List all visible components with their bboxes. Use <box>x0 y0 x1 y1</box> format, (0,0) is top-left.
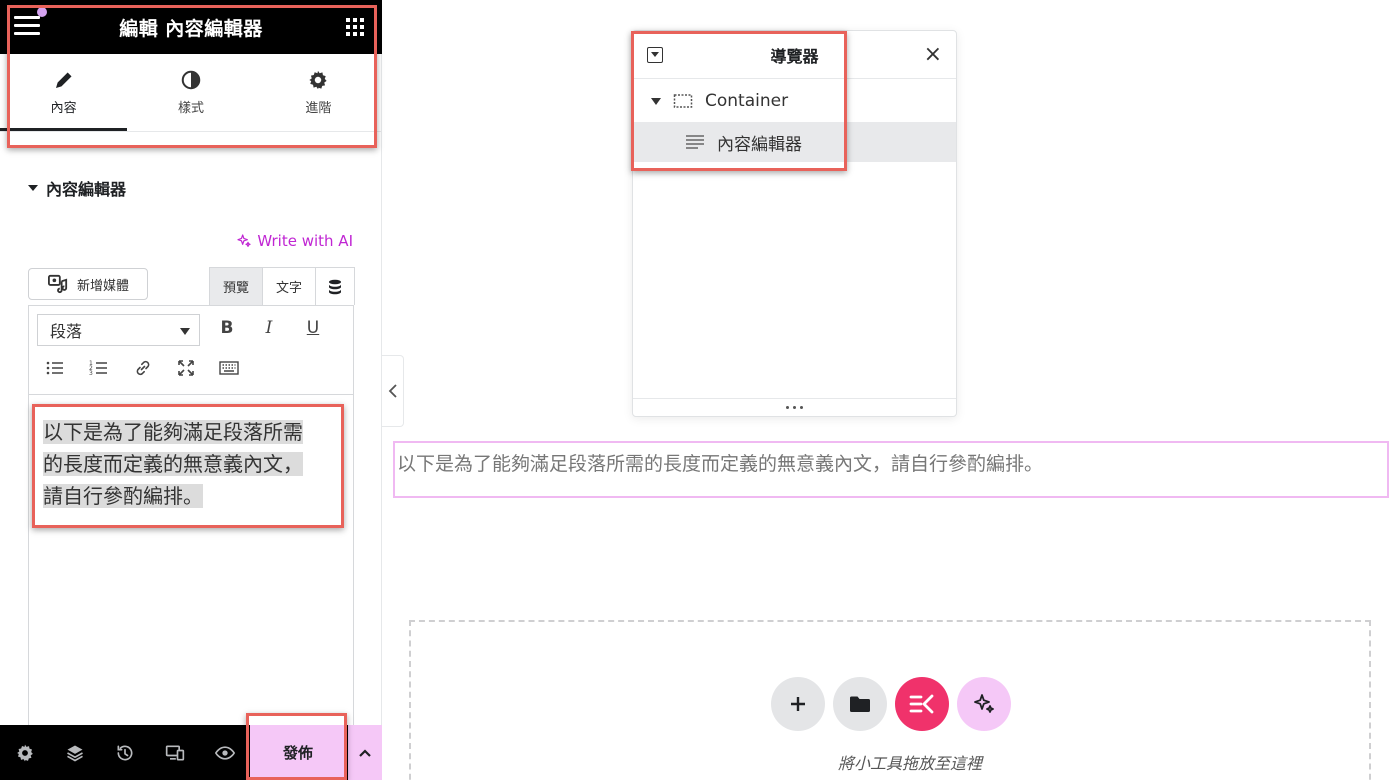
preview-button[interactable] <box>200 725 250 780</box>
tab-text-mode[interactable]: 文字 <box>263 268 316 305</box>
add-media-label: 新增媒體 <box>76 278 129 294</box>
caret-down-icon <box>180 328 190 335</box>
section-title-label: 內容編輯器 <box>46 180 127 199</box>
write-with-ai-link[interactable]: Write with AI <box>236 232 353 250</box>
editor-text-line: 以下是為了能夠滿足段落所需 <box>43 420 303 444</box>
add-section-button[interactable] <box>771 677 825 731</box>
settings-button[interactable] <box>0 725 50 780</box>
add-template-button[interactable] <box>833 677 887 731</box>
dynamic-tags-button[interactable] <box>316 268 354 305</box>
italic-button[interactable]: I <box>255 314 283 342</box>
tab-style-label: 樣式 <box>177 101 204 116</box>
text-editor-icon <box>686 135 704 149</box>
notification-dot <box>37 7 47 17</box>
fullscreen-icon <box>178 360 194 376</box>
navigator-resize-handle[interactable] <box>633 398 956 416</box>
svg-text:3: 3 <box>89 370 93 377</box>
panel-tabs: 內容 樣式 進階 <box>0 54 382 132</box>
tab-visual-preview[interactable]: 預覽 <box>210 268 263 305</box>
navigator-item-label: Container <box>705 91 789 111</box>
close-icon[interactable]: × <box>924 43 942 67</box>
collapse-panel-button[interactable] <box>382 355 404 427</box>
chevron-up-icon <box>359 748 371 757</box>
editor-panel: 編輯 內容編輯器 內容 樣式 進階 內容編輯器 Write with AI 新增… <box>0 0 382 780</box>
caret-down-icon <box>651 97 661 105</box>
editor-toolbar: 段落 B I U 123 <box>29 306 353 395</box>
drop-zone-label: 將小工具拖放至這裡 <box>837 754 982 773</box>
add-media-icon <box>47 274 68 294</box>
folder-icon <box>850 696 870 712</box>
navigator-item-label: 內容編輯器 <box>717 134 802 155</box>
fullscreen-button[interactable] <box>172 354 200 382</box>
eye-icon <box>215 745 235 760</box>
editor-text-line: 請自行參酌編排。 <box>43 484 203 508</box>
navigator-item-text-editor[interactable]: 內容編輯器 <box>633 122 956 162</box>
editor-text-line: 的長度而定義的無意義內文， <box>43 452 303 476</box>
underline-button[interactable]: U <box>299 314 327 342</box>
navigator-button[interactable] <box>50 725 100 780</box>
numbered-list-button[interactable]: 123 <box>85 354 113 382</box>
navigator-header: 導覽器 × <box>633 31 956 79</box>
publish-options-button[interactable] <box>348 725 382 780</box>
canvas-text-widget[interactable]: 以下是為了能夠滿足段落所需的長度而定義的無意義內文，請自行參酌編排。 <box>393 441 1389 498</box>
gear-icon <box>309 70 327 90</box>
navigator-item-container[interactable]: Container <box>633 81 956 121</box>
layers-icon <box>67 745 83 761</box>
widgets-grid-icon[interactable] <box>346 18 364 36</box>
panel-header: 編輯 內容編輯器 <box>0 0 382 54</box>
editor-text-area[interactable]: 以下是為了能夠滿足段落所需 的長度而定義的無意義內文， 請自行參酌編排。 <box>43 416 333 512</box>
navigator-panel: 導覽器 × Container 內容編輯器 <box>632 30 957 417</box>
write-with-ai-label: Write with AI <box>257 232 353 250</box>
panel-title: 編輯 內容編輯器 <box>119 17 263 40</box>
tab-content[interactable]: 內容 <box>0 54 128 131</box>
publish-button[interactable]: 發佈 <box>250 725 346 780</box>
keyboard-icon <box>219 361 239 375</box>
devices-icon <box>165 745 185 760</box>
history-button[interactable] <box>100 725 150 780</box>
rich-text-editor: 段落 B I U 123 以下是為了能夠滿足段落所需 的長度而定義的無意義內文，… <box>28 305 354 735</box>
add-media-button[interactable]: 新增媒體 <box>28 268 148 300</box>
bullet-list-button[interactable] <box>41 354 69 382</box>
bullet-list-icon <box>46 361 63 375</box>
elementor-kit-icon <box>909 694 934 714</box>
pencil-icon <box>55 72 72 89</box>
drop-zone-actions <box>771 677 1011 731</box>
section-toggle-content-editor[interactable]: 內容編輯器 <box>28 176 126 200</box>
sparkle-icon <box>974 694 994 713</box>
ai-builder-button[interactable] <box>957 677 1011 731</box>
sparkle-icon <box>237 234 251 247</box>
half-circle-icon <box>181 70 201 90</box>
history-icon <box>117 745 133 760</box>
database-icon <box>329 279 341 294</box>
caret-down-icon <box>28 185 38 191</box>
insert-link-button[interactable] <box>129 354 157 382</box>
numbered-list-icon: 123 <box>89 360 107 377</box>
responsive-mode-button[interactable] <box>150 725 200 780</box>
kit-library-button[interactable] <box>895 677 949 731</box>
paragraph-format-select[interactable]: 段落 <box>37 314 200 346</box>
tab-style[interactable]: 樣式 <box>127 54 254 131</box>
editor-mode-tabs: 預覽 文字 <box>209 267 355 305</box>
tab-content-label: 內容 <box>50 101 77 116</box>
panel-footer: 發佈 <box>0 725 382 780</box>
tab-advanced[interactable]: 進階 <box>255 54 382 131</box>
collapse-all-icon[interactable] <box>647 47 663 63</box>
container-icon <box>673 94 693 108</box>
toolbar-toggle-button[interactable] <box>215 354 243 382</box>
hamburger-menu-icon[interactable] <box>14 16 40 38</box>
tab-advanced-label: 進階 <box>305 101 332 116</box>
link-icon <box>136 360 150 376</box>
navigator-title: 導覽器 <box>770 46 819 66</box>
chevron-left-icon <box>388 384 397 398</box>
bold-button[interactable]: B <box>213 314 241 342</box>
gear-icon <box>17 744 33 761</box>
format-select-value: 段落 <box>50 322 83 341</box>
plus-icon <box>791 697 805 711</box>
